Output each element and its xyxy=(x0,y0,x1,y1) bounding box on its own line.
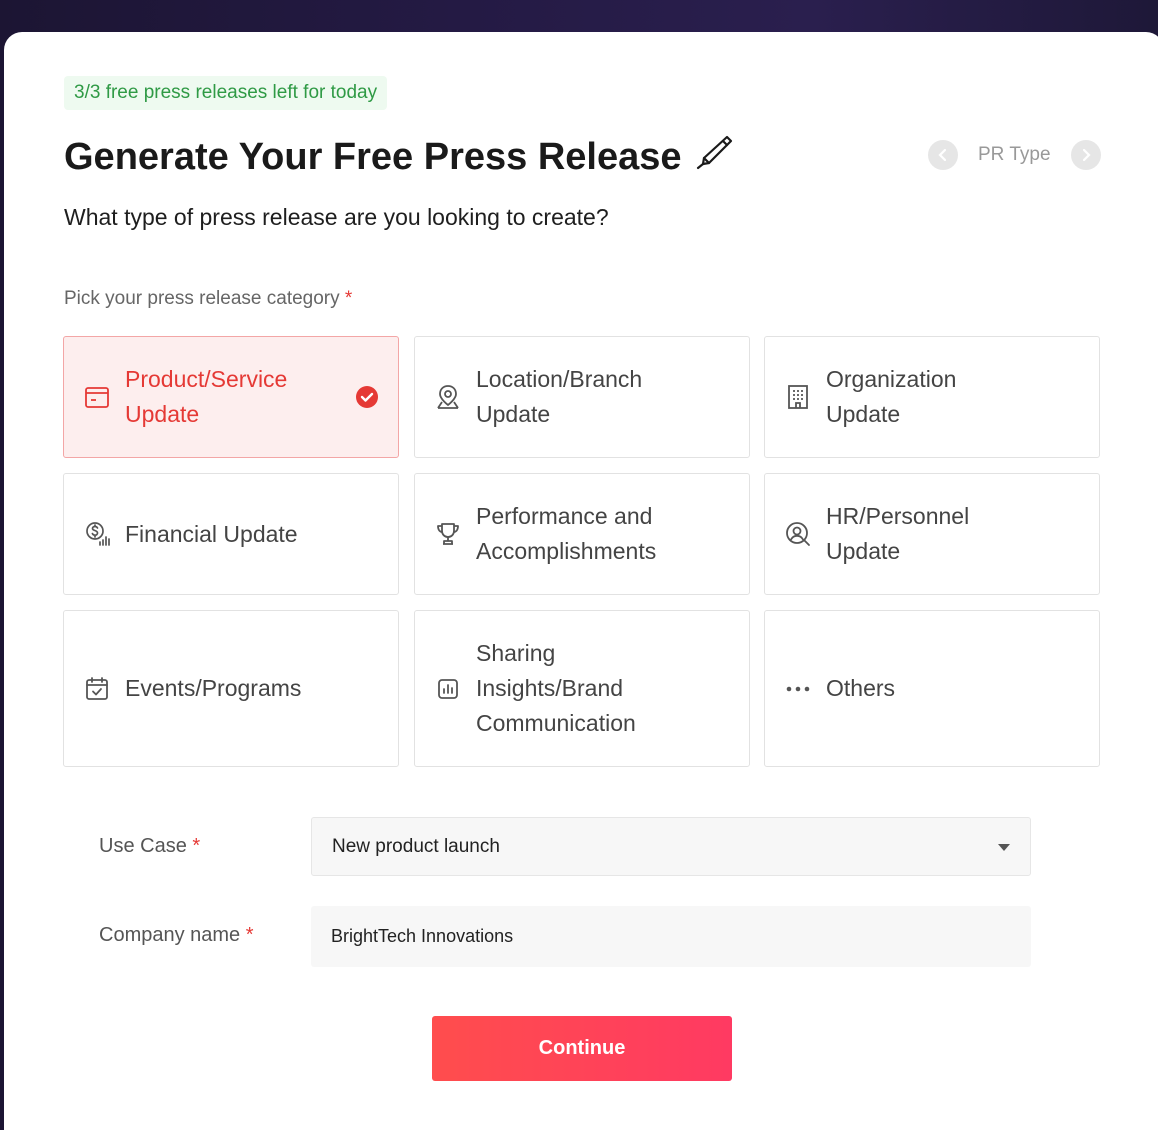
category-card-hr-personnel[interactable]: HR/Personnel Update xyxy=(764,473,1100,595)
calendar-icon xyxy=(84,676,110,702)
building-icon xyxy=(785,384,811,410)
chevron-left-icon xyxy=(938,148,947,162)
continue-button[interactable]: Continue xyxy=(432,1016,732,1081)
free-releases-badge: 3/3 free press releases left for today xyxy=(64,76,388,110)
product-box-icon xyxy=(84,384,110,410)
category-label: Financial Update xyxy=(125,520,298,547)
category-card-organization[interactable]: Organization Update xyxy=(764,336,1100,458)
more-dots-icon xyxy=(785,676,811,702)
press-release-modal: 3/3 free press releases left for today G… xyxy=(4,32,1158,1130)
caret-down-icon xyxy=(998,844,1010,851)
category-card-sharing-insights[interactable]: Sharing Insights/Brand Communication xyxy=(414,610,750,767)
company-name-label-text: Company name xyxy=(99,924,241,946)
next-button[interactable] xyxy=(1070,140,1101,170)
pager-label: PR Type xyxy=(978,144,1051,165)
category-label-text: Pick your press release category xyxy=(64,288,340,309)
person-search-icon xyxy=(785,521,811,547)
page-title: Generate Your Free Press Release xyxy=(64,132,734,182)
category-label: Events/Programs xyxy=(125,675,302,701)
subtitle: What type of press release are you looki… xyxy=(64,204,609,230)
company-name-input[interactable] xyxy=(311,906,1031,967)
category-label: HR/Personnel Update xyxy=(826,503,970,564)
use-case-label: Use Case * xyxy=(99,835,200,858)
use-case-label-text: Use Case xyxy=(99,835,187,857)
category-card-performance[interactable]: Performance and Accomplishments xyxy=(414,473,750,595)
required-mark: * xyxy=(344,288,353,309)
required-mark: * xyxy=(245,924,254,946)
category-label: Organization Update xyxy=(826,366,957,427)
category-label: Pick your press release category * xyxy=(64,288,352,310)
category-label: Performance and Accomplishments xyxy=(476,503,657,564)
prev-button[interactable] xyxy=(928,140,958,170)
location-pin-icon xyxy=(435,384,461,410)
pr-type-pager: PR Type xyxy=(928,140,1101,170)
use-case-select[interactable]: New product launch xyxy=(311,817,1031,876)
dollar-chart-icon xyxy=(84,521,110,547)
category-card-location-branch[interactable]: Location/Branch Update xyxy=(414,336,750,458)
category-label: Others xyxy=(826,675,896,701)
category-card-product-service[interactable]: Product/Service Update xyxy=(63,336,399,458)
pen-icon xyxy=(694,132,734,182)
company-name-label: Company name * xyxy=(99,924,254,947)
category-card-financial[interactable]: Financial Update xyxy=(63,473,399,595)
category-label: Product/Service Update xyxy=(125,366,288,427)
page-title-text: Generate Your Free Press Release xyxy=(64,135,682,178)
chevron-right-icon xyxy=(1082,148,1091,162)
required-mark: * xyxy=(192,835,201,857)
use-case-value: New product launch xyxy=(332,835,500,857)
category-label: Sharing Insights/Brand Communication xyxy=(476,640,636,736)
category-card-events-programs[interactable]: Events/Programs xyxy=(63,610,399,767)
trophy-icon xyxy=(435,521,461,547)
bar-chart-icon xyxy=(435,676,461,702)
category-label: Location/Branch Update xyxy=(476,366,643,427)
category-card-others[interactable]: Others xyxy=(764,610,1100,767)
check-icon xyxy=(356,386,378,408)
